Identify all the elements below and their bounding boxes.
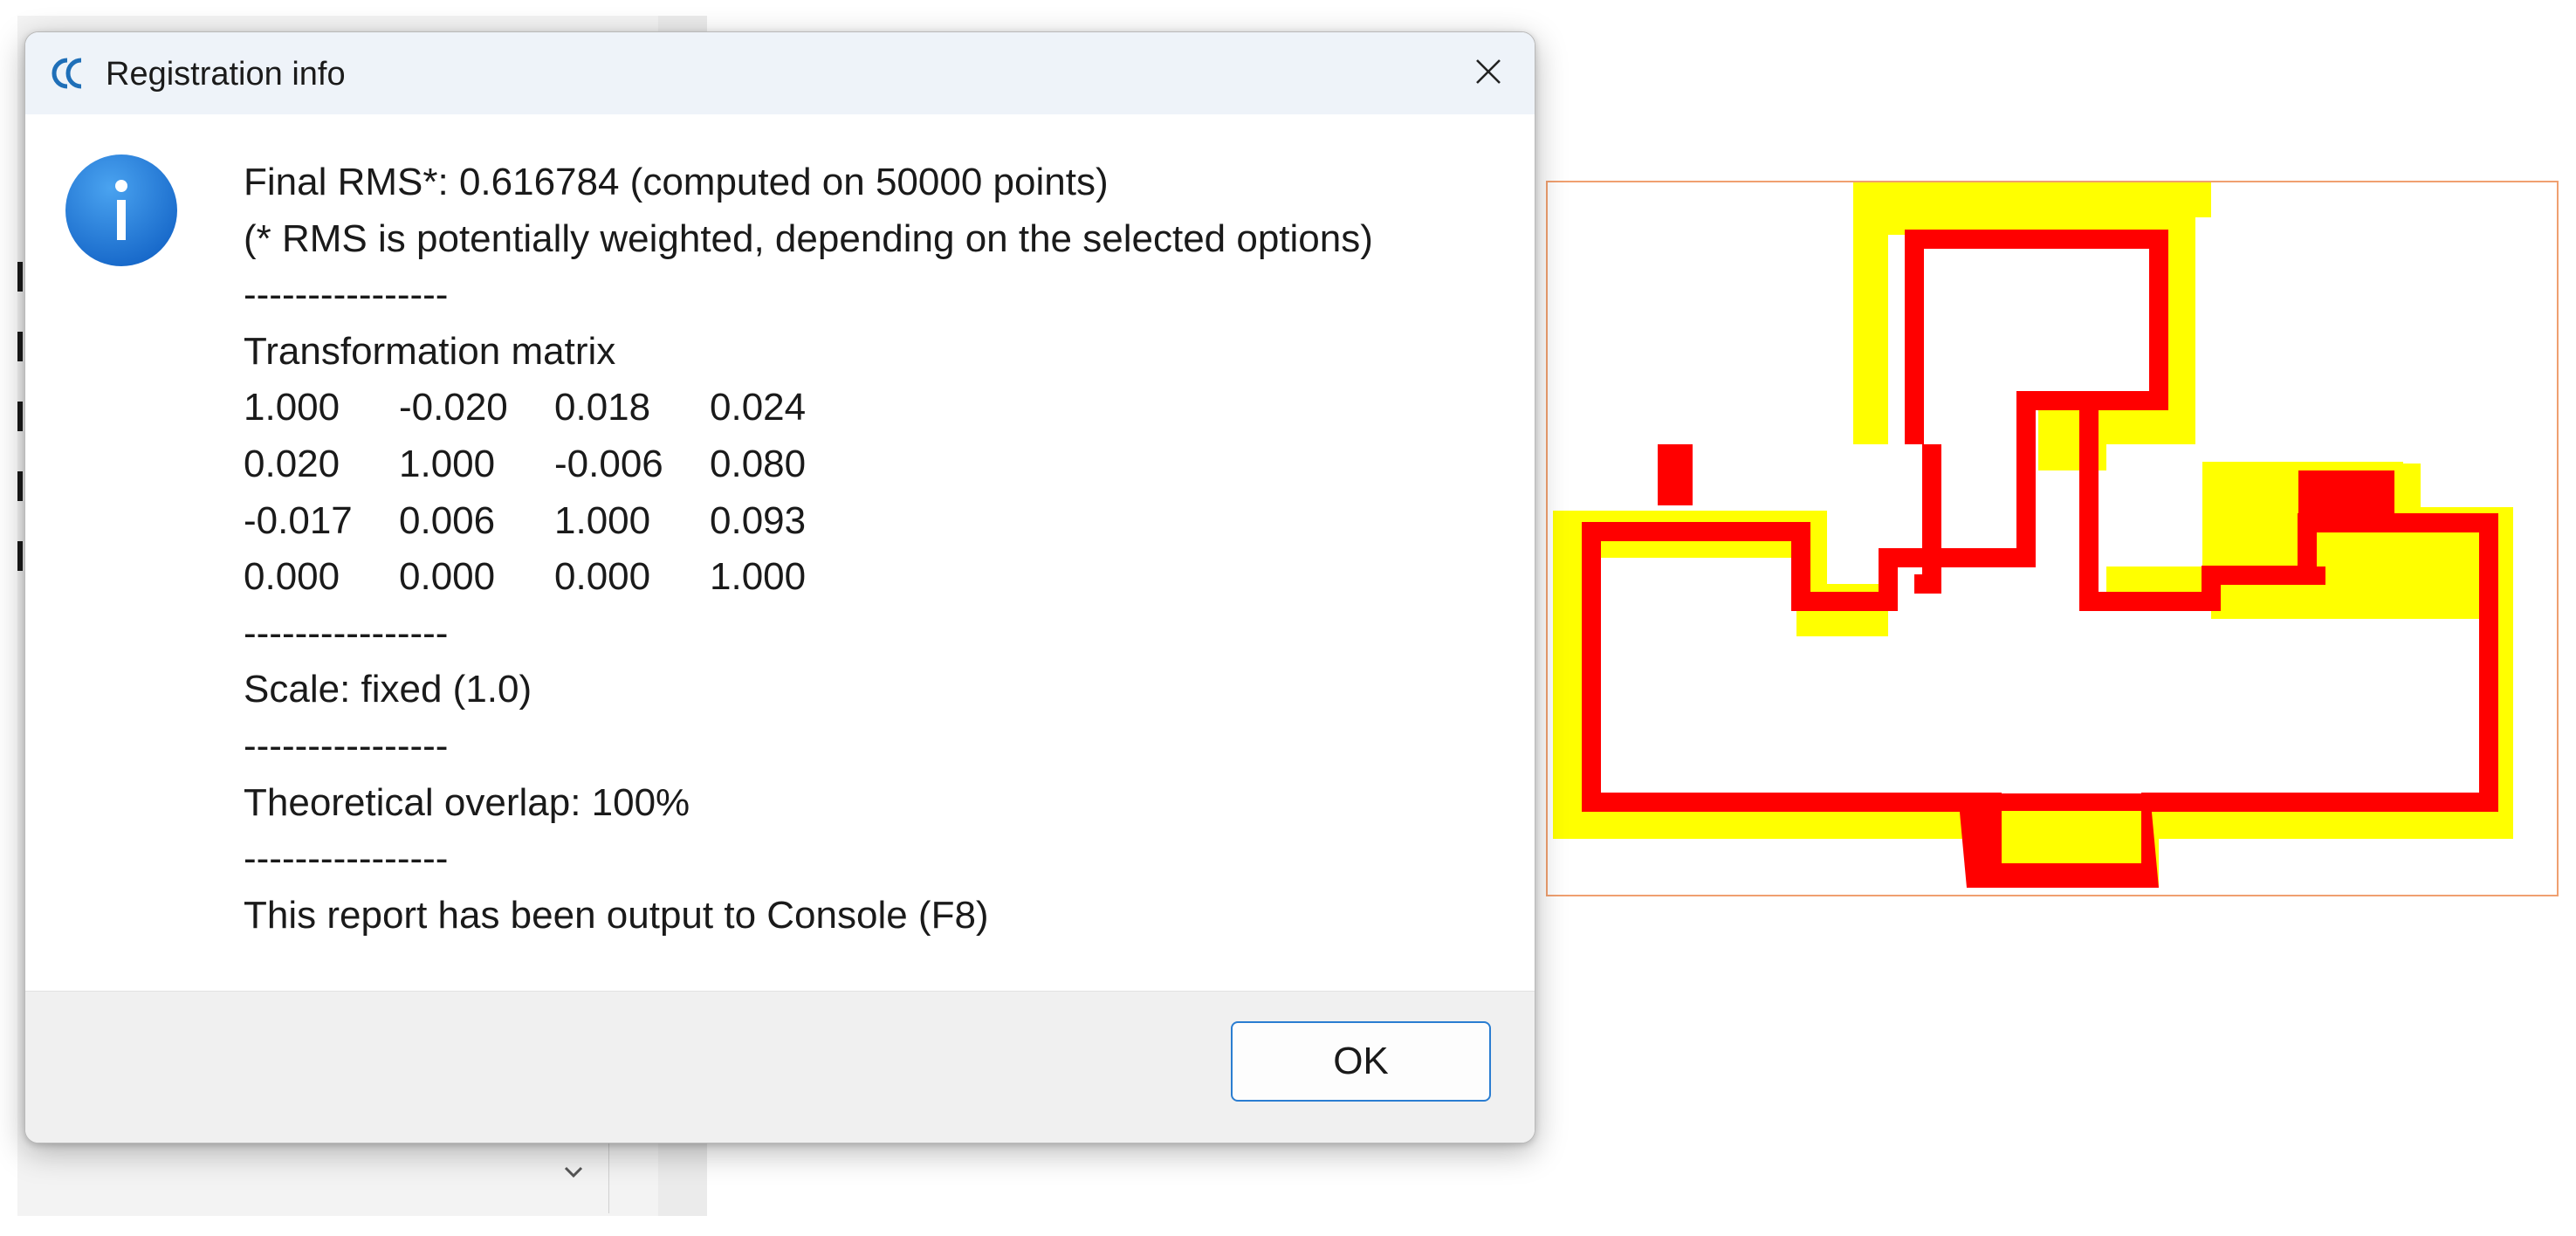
final-rms-text: Final RMS*: 0.616784 (computed on 50000 … — [244, 161, 1109, 203]
separator: ---------------- — [244, 724, 449, 767]
close-icon — [1473, 57, 1503, 91]
matrix-title: Transformation matrix — [244, 329, 616, 373]
registration-report: Final RMS*: 0.616784 (computed on 50000 … — [244, 154, 1373, 944]
dialog-titlebar[interactable]: Registration info — [25, 32, 1535, 114]
matrix-cell: 1.000 — [399, 442, 496, 485]
background-panel-fragment — [17, 471, 23, 501]
matrix-cell: 0.000 — [244, 555, 340, 599]
scale-text: Scale: fixed (1.0) — [244, 668, 532, 711]
matrix-cell: 0.018 — [554, 386, 651, 429]
matrix-cell: 0.024 — [710, 386, 807, 429]
cloudcompare-logo-icon — [48, 55, 88, 92]
matrix-row: 0.020 1.000 -0.006 0.080 — [244, 436, 1373, 493]
matrix-cell: 1.000 — [554, 498, 651, 542]
matrix-row: 1.000 -0.020 0.018 0.024 — [244, 380, 1373, 436]
matrix-row: 0.000 0.000 0.000 1.000 — [244, 549, 1373, 606]
registration-info-dialog: Registration info Final RMS*: 0.616784 (… — [24, 31, 1535, 1143]
matrix-cell: 0.006 — [399, 498, 496, 542]
matrix-cell: 0.000 — [399, 555, 496, 599]
background-panel-fragment — [17, 402, 23, 431]
matrix-cell: -0.006 — [554, 442, 663, 485]
info-icon — [64, 153, 179, 268]
separator: ---------------- — [244, 611, 449, 655]
matrix-cell: 0.093 — [710, 498, 807, 542]
background-panel-fragment — [17, 332, 23, 361]
matrix-cell: -0.017 — [244, 498, 353, 542]
background-panel-fragment — [17, 541, 23, 571]
background-panel-fragment — [17, 262, 23, 292]
dialog-title: Registration info — [106, 56, 346, 93]
matrix-cell: 0.000 — [554, 555, 651, 599]
3d-view-point-cloud[interactable] — [1546, 181, 2559, 896]
separator: ---------------- — [244, 273, 449, 317]
matrix-row: -0.017 0.006 1.000 0.093 — [244, 493, 1373, 550]
matrix-cell: 0.020 — [244, 442, 340, 485]
matrix-cell: 0.080 — [710, 442, 807, 485]
close-button[interactable] — [1458, 43, 1519, 104]
background-left-edge — [0, 16, 17, 1216]
console-note-text: This report has been output to Console (… — [244, 893, 989, 937]
matrix-cell: 1.000 — [244, 386, 340, 429]
overlap-text: Theoretical overlap: 100% — [244, 780, 690, 824]
matrix-cell: -0.020 — [399, 386, 508, 429]
rms-note-text: (* RMS is potentially weighted, dependin… — [244, 216, 1373, 260]
matrix-cell: 1.000 — [710, 555, 807, 599]
ok-button[interactable]: OK — [1231, 1021, 1491, 1102]
chevron-down-icon[interactable] — [559, 1157, 588, 1186]
separator: ---------------- — [244, 837, 449, 881]
